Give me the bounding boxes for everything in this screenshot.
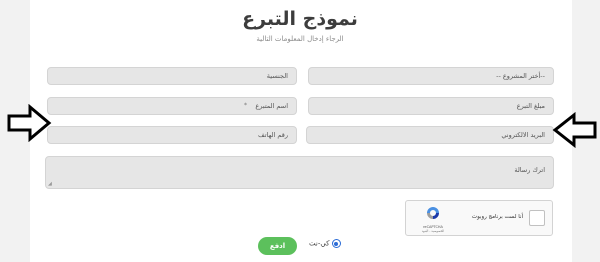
recaptcha-widget: أنا لست برنامج روبوت reCAPTCHA الخصوصية …: [405, 200, 553, 236]
phone-placeholder: رقم الهاتف: [258, 131, 288, 139]
project-select[interactable]: --أختر المشروع --: [308, 67, 554, 85]
amount-placeholder: مبلغ التبرع: [516, 102, 545, 110]
recaptcha-icon: [427, 207, 439, 219]
knet-radio[interactable]: [331, 239, 341, 248]
nationality-field[interactable]: الجنسية: [47, 67, 297, 85]
donor-name-placeholder: اسم المتبرع: [255, 102, 288, 110]
recaptcha-terms[interactable]: الخصوصية - البنود: [414, 229, 452, 233]
recaptcha-checkbox[interactable]: [529, 210, 545, 226]
page-title: نموذج التبرع: [242, 8, 358, 30]
submit-button[interactable]: ادفع: [258, 237, 297, 255]
nationality-placeholder: الجنسية: [266, 72, 288, 80]
project-select-value: --أختر المشروع --: [496, 72, 545, 80]
recaptcha-logo: reCAPTCHA الخصوصية - البنود: [414, 205, 452, 233]
email-field[interactable]: البريد الالكتروني: [306, 126, 554, 144]
email-placeholder: البريد الالكتروني: [501, 131, 545, 139]
required-asterisk: *: [244, 102, 247, 109]
phone-field[interactable]: رقم الهاتف: [47, 126, 297, 144]
amount-field[interactable]: مبلغ التبرع: [308, 97, 554, 115]
recaptcha-label: أنا لست برنامج روبوت: [471, 214, 523, 220]
page-subtitle: الرجاء إدخال المعلومات التالية: [256, 35, 344, 43]
message-placeholder: اترك رسالة: [514, 166, 545, 174]
arrow-right-icon: [7, 104, 52, 142]
donor-name-field[interactable]: اسم المتبرع *: [47, 97, 297, 115]
payment-option[interactable]: كي-نت: [309, 239, 341, 248]
arrow-left-icon: [552, 112, 597, 148]
resize-handle-icon[interactable]: ◢: [48, 181, 52, 187]
knet-label: كي-نت: [309, 239, 330, 248]
message-textarea[interactable]: اترك رسالة ◢: [45, 156, 554, 189]
